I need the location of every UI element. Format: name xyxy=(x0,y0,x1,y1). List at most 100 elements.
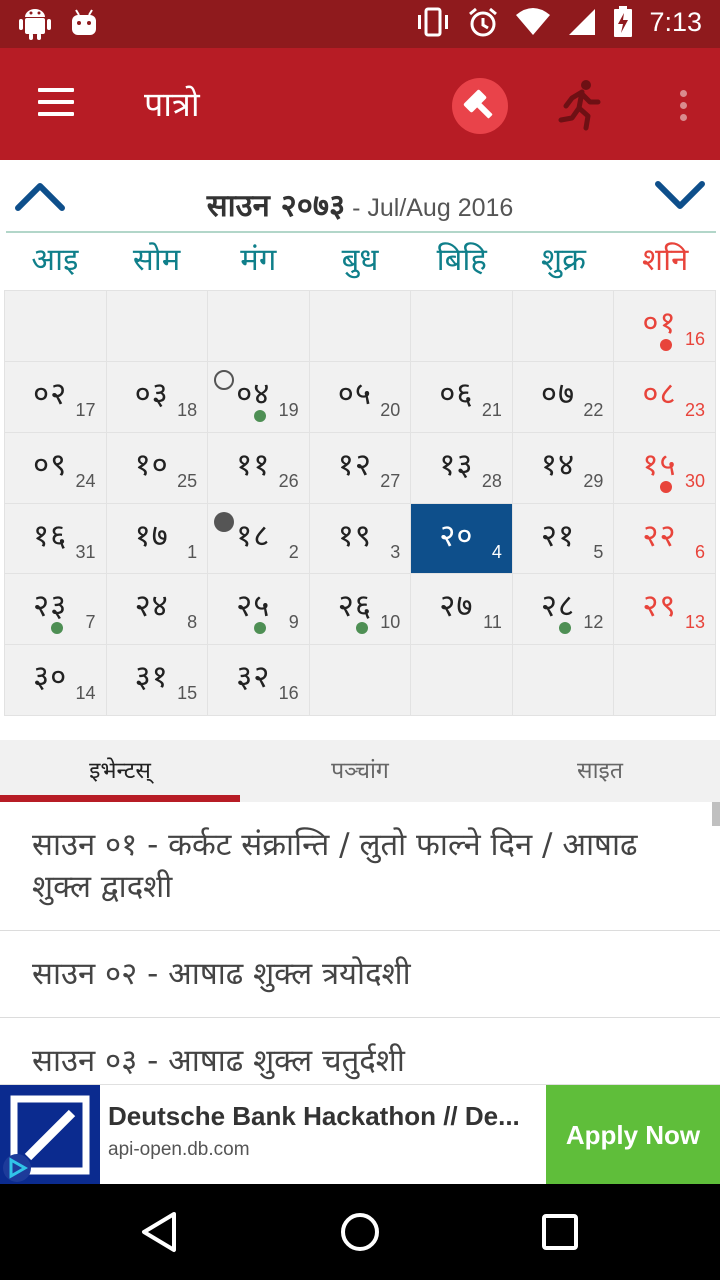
alarm-icon xyxy=(469,7,498,37)
nepali-date: १६ xyxy=(33,517,68,554)
calendar-day[interactable]: ०५ 20 xyxy=(309,361,411,432)
event-dot-icon xyxy=(660,480,673,493)
list-item[interactable]: साउन ०१ - कर्कट संक्रान्ति / लुतो फाल्ने… xyxy=(0,802,720,931)
vibrate-icon xyxy=(418,7,449,37)
english-date: 27 xyxy=(380,470,401,491)
running-man-button[interactable] xyxy=(552,76,608,132)
calendar-day[interactable]: १२ 27 xyxy=(309,432,411,503)
nepali-date: २७ xyxy=(439,588,474,625)
calendar-day[interactable]: ३२ 16 xyxy=(208,645,309,715)
battery-charging-icon xyxy=(614,6,633,37)
calendar-day-today[interactable]: २० 4 xyxy=(411,503,512,574)
calendar-day[interactable]: १४ 29 xyxy=(512,432,614,503)
app-bar: पात्रो xyxy=(0,48,720,160)
calendar-day[interactable]: १९ 3 xyxy=(309,503,411,574)
calendar-day[interactable]: ०१ 16 xyxy=(614,291,715,361)
list-item[interactable]: साउन ०३ - आषाढ शुक्ल चतुर्दशी xyxy=(0,1018,720,1084)
calendar-day[interactable]: २७ 11 xyxy=(411,574,512,645)
english-date: 5 xyxy=(593,541,604,562)
english-date: 31 xyxy=(75,541,96,562)
event-dot-icon xyxy=(254,409,267,422)
calendar-day[interactable]: १५ 30 xyxy=(614,432,715,503)
calendar-day[interactable]: ०४ 19 xyxy=(208,361,309,432)
list-item[interactable]: साउन ०२ - आषाढ शुक्ल त्रयोदशी xyxy=(0,931,720,1018)
calendar-day[interactable]: १६ 31 xyxy=(5,503,106,574)
english-date: 16 xyxy=(278,683,299,704)
calendar-day[interactable]: ०२ 17 xyxy=(5,361,106,432)
calendar-day[interactable]: ०६ 21 xyxy=(411,361,512,432)
calendar-day[interactable]: १० 25 xyxy=(106,432,208,503)
nepali-date: १३ xyxy=(439,446,474,483)
hammer-button[interactable] xyxy=(452,78,508,134)
calendar-day[interactable]: २४ 8 xyxy=(106,574,208,645)
event-dot-icon xyxy=(660,338,673,351)
adchoices-icon[interactable] xyxy=(2,1153,32,1183)
calendar-day[interactable]: २८ 12 xyxy=(512,574,614,645)
calendar-empty-cell xyxy=(309,291,411,361)
calendar-day[interactable]: ३१ 15 xyxy=(106,645,208,715)
calendar-day[interactable]: ०३ 18 xyxy=(106,361,208,432)
ad-title[interactable]: Deutsche Bank Hackathon // De... xyxy=(108,1101,538,1132)
menu-icon-bar xyxy=(38,112,74,116)
nepali-date: ०९ xyxy=(33,446,68,483)
next-month-button[interactable] xyxy=(654,176,706,216)
event-dot-icon xyxy=(254,622,267,635)
system-nav-bar xyxy=(0,1184,720,1280)
scrollbar[interactable] xyxy=(712,802,720,826)
nepali-date: २६ xyxy=(337,588,372,625)
nepali-date: १५ xyxy=(642,446,677,483)
tab-panchang[interactable]: पञ्चांग xyxy=(240,740,480,802)
english-date: 6 xyxy=(694,541,705,562)
spacer xyxy=(0,716,720,740)
calendar-day[interactable]: २१ 5 xyxy=(512,503,614,574)
calendar-day[interactable]: ०७ 22 xyxy=(512,361,614,432)
recents-icon[interactable] xyxy=(536,1208,584,1256)
calendar-day[interactable]: २२ 6 xyxy=(614,503,715,574)
english-date: 24 xyxy=(75,470,96,491)
nepali-date: २० xyxy=(439,517,474,554)
calendar-day[interactable]: १८ 2 xyxy=(208,503,309,574)
nepali-date: २४ xyxy=(134,588,169,625)
calendar-grid: ०१ 16 ०२ 17 ०३ 18 ०४ 19 ०५ 20 ०६ 21 ०७ 22 ०८ 23 ०९ 24 १० 25… xyxy=(4,290,716,716)
nepali-date: ०६ xyxy=(439,375,474,412)
calendar-day[interactable]: १३ 28 xyxy=(411,432,512,503)
calendar-day[interactable]: १७ 1 xyxy=(106,503,208,574)
calendar-day[interactable]: २९ 13 xyxy=(614,574,715,645)
english-date: 13 xyxy=(684,612,705,633)
calendar-day[interactable]: २६ 10 xyxy=(309,574,411,645)
nepali-date: १७ xyxy=(134,517,169,554)
english-date: 28 xyxy=(481,470,502,491)
calendar-day[interactable]: ३० 14 xyxy=(5,645,106,715)
nepali-date: ११ xyxy=(236,446,271,483)
nepali-date: ०८ xyxy=(642,375,677,412)
ad-banner[interactable]: Deutsche Bank Hackathon // De... api-ope… xyxy=(0,1084,720,1185)
calendar-day[interactable]: २३ 7 xyxy=(5,574,106,645)
event-dot-icon xyxy=(51,622,63,635)
calendar-day[interactable]: २५ 9 xyxy=(208,574,309,645)
tab-saait[interactable]: साइत xyxy=(480,740,720,802)
chevron-down-icon xyxy=(655,181,705,209)
calendar-day[interactable]: ०९ 24 xyxy=(5,432,106,503)
nepali-date: ०३ xyxy=(134,375,169,412)
nepali-date: ०५ xyxy=(337,375,372,412)
english-date: 11 xyxy=(483,612,502,633)
calendar-day[interactable]: ११ 26 xyxy=(208,432,309,503)
calendar-empty-cell xyxy=(106,291,208,361)
weekday-thursday: बिहि xyxy=(436,242,487,278)
home-icon[interactable] xyxy=(336,1208,384,1256)
calendar-day[interactable]: ०८ 23 xyxy=(614,361,715,432)
signal-icon xyxy=(569,9,596,35)
back-icon[interactable] xyxy=(136,1208,184,1256)
more-vert-icon xyxy=(680,90,687,97)
apply-now-button[interactable]: Apply Now xyxy=(546,1085,720,1185)
new-moon-icon xyxy=(214,369,235,390)
menu-button[interactable] xyxy=(30,84,82,124)
english-date: 15 xyxy=(177,683,198,704)
more-options-button[interactable] xyxy=(664,82,704,130)
nepali-date: ०७ xyxy=(540,375,576,412)
events-list[interactable]: साउन ०१ - कर्कट संक्रान्ति / लुतो फाल्ने… xyxy=(0,802,720,1084)
calendar-empty-cell xyxy=(512,645,614,715)
english-date: 25 xyxy=(177,470,198,491)
tab-events[interactable]: इभेन्टस् xyxy=(0,740,240,802)
english-date: 19 xyxy=(278,399,299,420)
